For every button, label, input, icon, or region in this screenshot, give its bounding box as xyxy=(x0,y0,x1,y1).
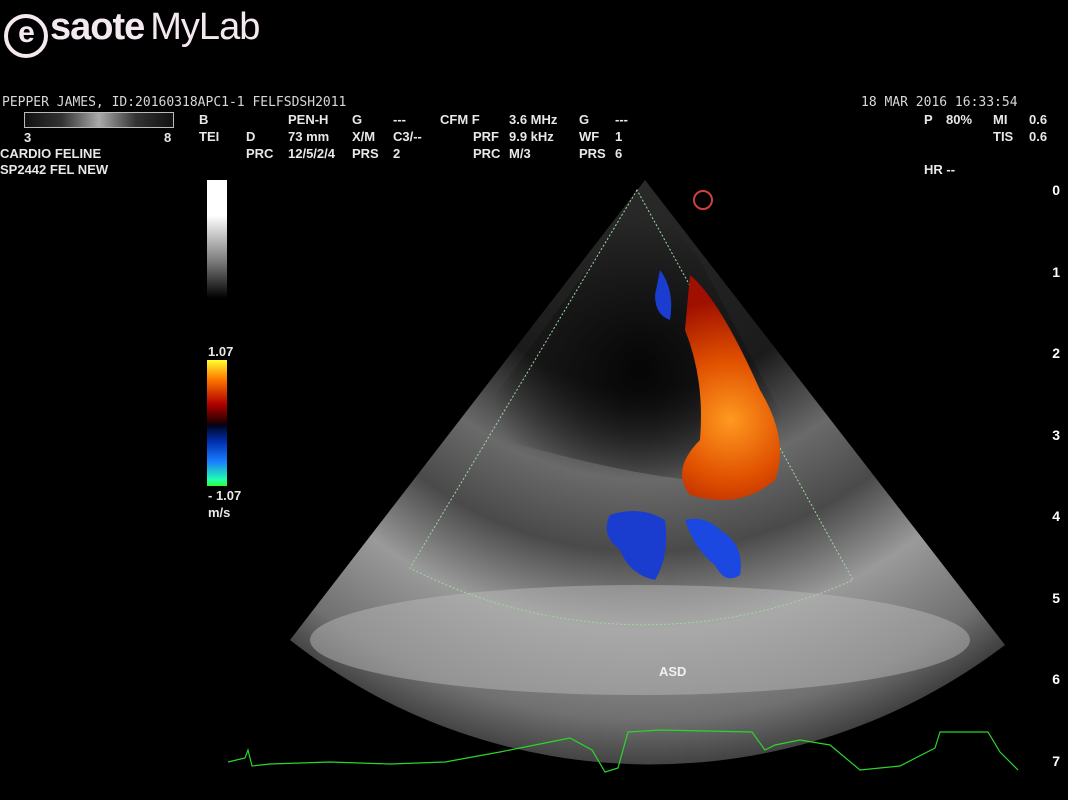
e-marker xyxy=(693,190,713,210)
bright-wall xyxy=(310,585,970,695)
depth-tick-1: 1 xyxy=(1052,263,1060,280)
depth-tick-0: 0 xyxy=(1052,182,1060,198)
depth-tick-6: 6 xyxy=(1052,671,1060,687)
depth-tick-3: 3 xyxy=(1052,426,1060,443)
ultrasound-image xyxy=(227,180,1019,773)
depth-tick-7: 7 xyxy=(1052,752,1060,769)
depth-tick-5: 5 xyxy=(1052,589,1060,606)
depth-tick-4: 4 xyxy=(1052,508,1060,524)
annotation-asd: ASD xyxy=(659,664,687,679)
depth-tick-2: 2 xyxy=(1052,345,1060,361)
